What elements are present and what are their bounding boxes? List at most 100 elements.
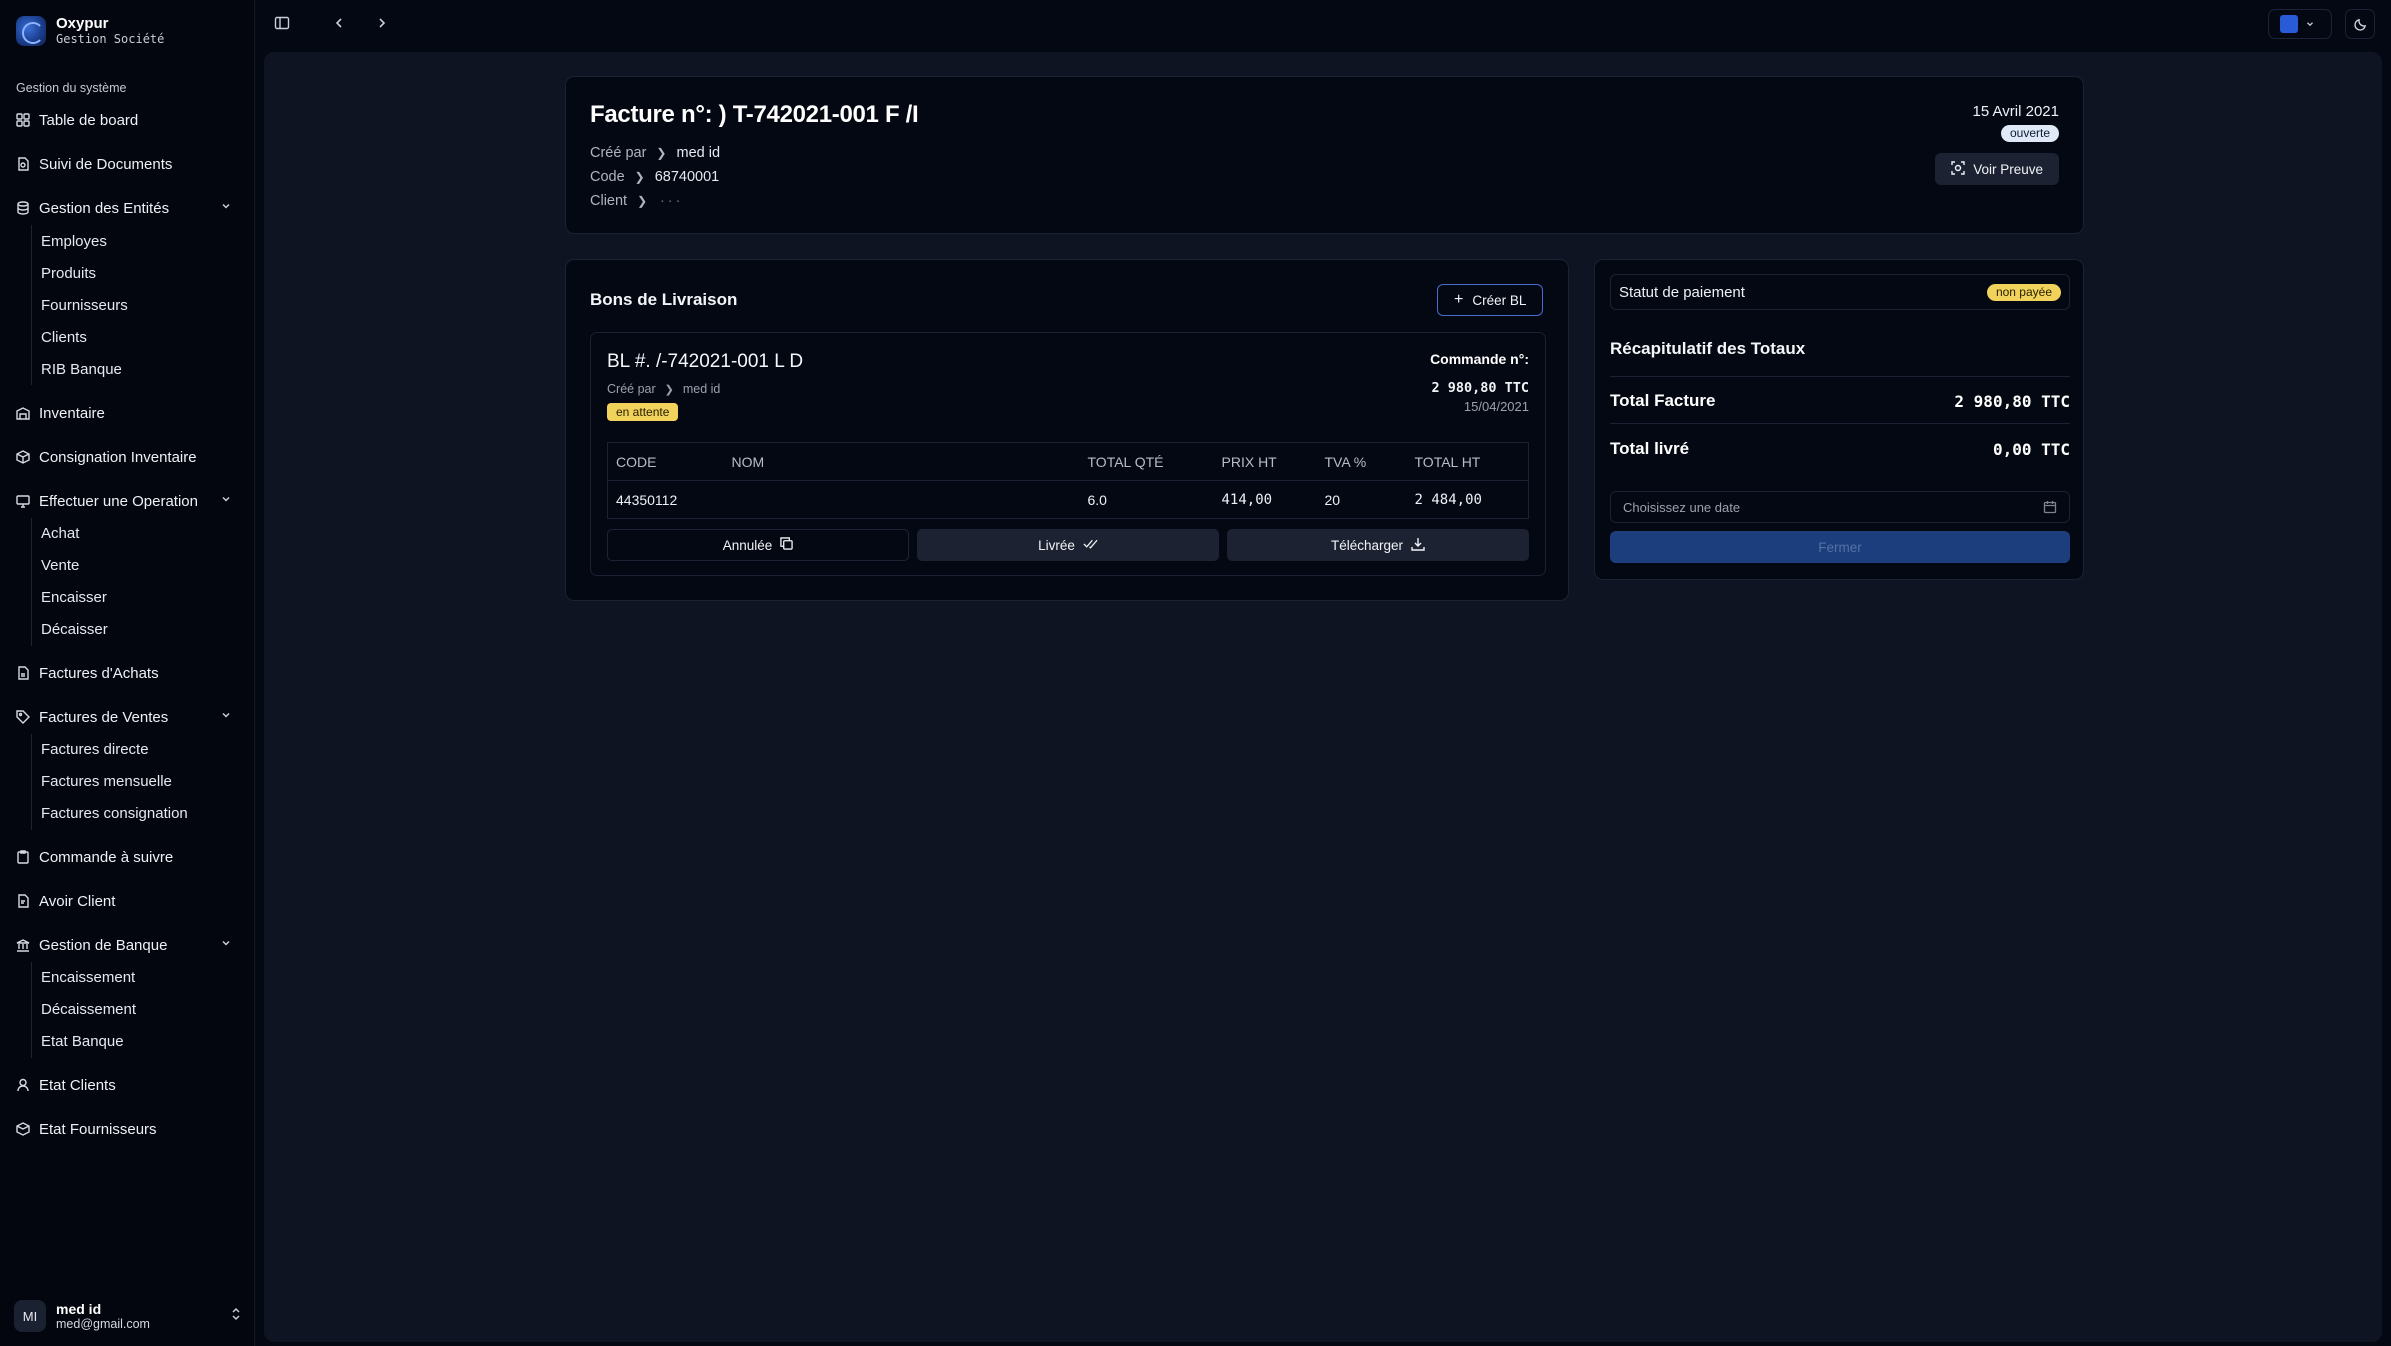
sidebar-subitem-decaissement[interactable]: Décaissement — [41, 997, 241, 1021]
create-bl-button[interactable]: + Créer BL — [1437, 284, 1544, 316]
sidebar-item-label: Table de board — [39, 111, 139, 129]
file-icon — [16, 666, 30, 680]
column-header: CODE — [607, 442, 724, 481]
sidebar-subitem-encaisser[interactable]: Encaisser — [41, 585, 241, 609]
cancelled-button[interactable]: Annulée — [607, 529, 909, 561]
invoice-header-card: Facture n°: ) T-742021-001 F /I Créé par… — [565, 76, 2084, 234]
sidebar-subitem-employes[interactable]: Employes — [41, 229, 241, 253]
invoice-title: Facture n°: ) T-742021-001 F /I — [590, 101, 919, 128]
sidebar-item-label: Inventaire — [39, 404, 105, 422]
payment-card: Statut de paiement non payée Récapitulat… — [1594, 259, 2084, 580]
boxes-icon — [16, 1122, 30, 1136]
sidebar-item-credit[interactable]: Avoir Client — [16, 888, 242, 914]
receipt-icon — [16, 894, 30, 908]
back-arrow-icon[interactable] — [328, 12, 350, 34]
warehouse-icon — [16, 406, 30, 420]
close-invoice-button[interactable]: Fermer — [1610, 531, 2070, 563]
cell-code: 44350112 — [616, 491, 678, 508]
bl-created-by-value: med id — [682, 382, 721, 396]
sidebar-subitem-etat-banque[interactable]: Etat Banque — [41, 1029, 241, 1053]
total-delivered-value: 0,00 TTC — [1992, 440, 2070, 459]
bl-created-by-label: Créé par — [607, 382, 656, 396]
sidebar-item-dashboard[interactable]: Table de board — [16, 107, 242, 133]
sidebar-item-sales-invoices[interactable]: Factures de Ventes — [16, 704, 242, 730]
cell-prix-ht: 414,00 — [1221, 491, 1273, 508]
delivered-button[interactable]: Livrée — [917, 529, 1219, 561]
download-button[interactable]: Télécharger — [1227, 529, 1529, 561]
sidebar-item-label: Suivi de Documents — [39, 155, 173, 173]
package-icon — [16, 450, 30, 464]
sidebar-subitem-achat[interactable]: Achat — [41, 521, 241, 545]
sidebar-subitem-clients[interactable]: Clients — [41, 325, 241, 349]
sidebar-item-label: Commande à suivre — [39, 848, 174, 866]
sidebar-subitem-rib-banque[interactable]: RIB Banque — [41, 357, 241, 381]
sidebar-item-purchase-invoices[interactable]: Factures d'Achats — [16, 660, 242, 686]
scan-icon — [1951, 160, 1965, 178]
chevron-down-icon — [220, 492, 232, 509]
database-icon — [16, 201, 30, 215]
invoice-date: 15 Avril 2021 — [1972, 103, 2059, 120]
brand-subtitle: Gestion Société — [56, 32, 165, 46]
date-picker-input[interactable]: Choisissez une date — [1610, 491, 2070, 523]
cell-tva: 20 — [1324, 491, 1341, 508]
divider — [1610, 376, 2070, 377]
sidebar-subitem-encaissement[interactable]: Encaissement — [41, 965, 241, 989]
calendar-icon — [2043, 500, 2057, 517]
sidebar-section-label: Gestion du système — [16, 81, 127, 95]
sidebar-item-bank[interactable]: Gestion de Banque — [16, 932, 242, 958]
chevron-down-icon — [220, 708, 232, 725]
sidebar-item-clients-state[interactable]: Etat Clients — [16, 1072, 242, 1098]
total-invoice-value: 2 980,80 TTC — [1954, 392, 2070, 411]
sidebar-item-entities[interactable]: Gestion des Entités — [16, 195, 242, 221]
user-email: med@gmail.com — [56, 1316, 150, 1331]
sidebar-item-suppliers-state[interactable]: Etat Fournisseurs — [16, 1116, 242, 1142]
chevron-down-icon — [220, 936, 232, 953]
user-name: med id — [56, 1300, 102, 1317]
view-proof-button[interactable]: Voir Preuve — [1935, 153, 2059, 185]
sidebar: Oxypur Gestion Société Gestion du systèm… — [0, 0, 255, 1346]
sidebar-item-orders[interactable]: Commande à suivre — [16, 844, 242, 870]
bl-card: BL #. /-742021-001 L D Créé par ❯ med id… — [590, 332, 1546, 576]
sidebar-item-consignment[interactable]: Consignation Inventaire — [16, 444, 242, 470]
client-row: Client ❯ · · · — [590, 193, 680, 209]
sidebar-subitem-factures-consignation[interactable]: Factures consignation — [41, 801, 241, 825]
create-bl-label: Créer BL — [1472, 292, 1527, 308]
created-by-label: Créé par — [590, 145, 647, 161]
main-content: Facture n°: ) T-742021-001 F /I Créé par… — [264, 52, 2382, 1342]
chevron-right-icon: ❯ — [664, 383, 674, 396]
table-row: 44350112 6.0 414,00 20 2 484,00 — [608, 481, 1529, 519]
accent-color-picker[interactable] — [2268, 9, 2332, 39]
submenu-line — [31, 518, 32, 646]
sidebar-item-inventory[interactable]: Inventaire — [16, 400, 242, 426]
sidebar-subitem-factures-mensuelle[interactable]: Factures mensuelle — [41, 769, 241, 793]
cell-qty: 6.0 — [1087, 491, 1107, 508]
sidebar-item-label: Effectuer une Operation — [39, 492, 198, 510]
sidebar-subitem-vente[interactable]: Vente — [41, 553, 241, 577]
sidebar-subitem-factures-directe[interactable]: Factures directe — [41, 737, 241, 761]
sidebar-item-label: Gestion des Entités — [39, 199, 170, 217]
bl-title: BL #. /-742021-001 L D — [607, 351, 804, 372]
theme-toggle-moon-icon[interactable] — [2345, 9, 2375, 39]
chevron-right-icon: ❯ — [656, 146, 667, 160]
bl-items-table: CODE NOM TOTAL QTÉ PRIX HT TVA % TOTAL H… — [607, 442, 1529, 519]
sidebar-subitem-decaisser[interactable]: Décaisser — [41, 617, 241, 641]
sidebar-subitem-fournisseurs[interactable]: Fournisseurs — [41, 293, 241, 317]
user-icon — [16, 1078, 30, 1092]
sidebar-item-documents[interactable]: Suivi de Documents — [16, 151, 242, 177]
chevron-down-icon — [2305, 16, 2315, 33]
column-header: TVA % — [1316, 442, 1407, 481]
brand[interactable]: Oxypur Gestion Société — [16, 15, 164, 47]
copy-icon — [780, 537, 793, 553]
sidebar-toggle-icon[interactable] — [271, 12, 293, 34]
cancelled-label: Annulée — [722, 537, 773, 553]
sidebar-subitem-produits[interactable]: Produits — [41, 261, 241, 285]
sidebar-item-operation[interactable]: Effectuer une Operation — [16, 488, 242, 514]
code-label: Code — [590, 169, 625, 185]
forward-arrow-icon[interactable] — [371, 12, 393, 34]
color-swatch — [2280, 15, 2298, 33]
sidebar-item-label: Avoir Client — [39, 892, 116, 910]
user-menu[interactable]: MI med id med@gmail.com — [14, 1298, 242, 1334]
order-number-label: Commande n°: — [1430, 351, 1529, 367]
download-label: Télécharger — [1330, 537, 1404, 553]
bl-status-badge: en attente — [607, 403, 679, 421]
